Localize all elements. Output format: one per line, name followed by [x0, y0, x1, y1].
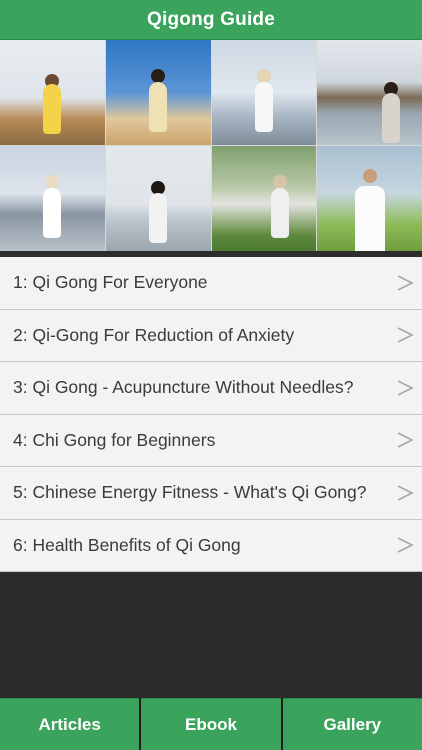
article-title: 3: Qi Gong - Acupuncture Without Needles…: [13, 377, 354, 398]
gallery-photo[interactable]: [211, 146, 317, 251]
chevron-right-icon: [397, 485, 414, 501]
tab-label: Articles: [38, 714, 101, 734]
gallery-photo[interactable]: [317, 146, 422, 251]
tab-label: Ebook: [185, 714, 237, 734]
article-title: 5: Chinese Energy Fitness - What's Qi Go…: [13, 482, 367, 503]
title-bar: Qigong Guide: [0, 0, 422, 40]
article-item[interactable]: 3: Qi Gong - Acupuncture Without Needles…: [0, 362, 422, 415]
page-title: Qigong Guide: [147, 8, 275, 30]
article-item[interactable]: 6: Health Benefits of Qi Gong: [0, 519, 422, 572]
article-item[interactable]: 2: Qi-Gong For Reduction of Anxiety: [0, 309, 422, 362]
article-item[interactable]: 5: Chinese Energy Fitness - What's Qi Go…: [0, 467, 422, 520]
gallery-photo[interactable]: [105, 146, 211, 251]
article-title: 1: Qi Gong For Everyone: [13, 272, 208, 293]
tab-bar: Articles Ebook Gallery: [0, 698, 422, 750]
gallery-photo[interactable]: [211, 40, 317, 145]
article-title: 4: Chi Gong for Beginners: [13, 429, 216, 450]
article-item[interactable]: 1: Qi Gong For Everyone: [0, 257, 422, 310]
chevron-right-icon: [397, 380, 414, 396]
chevron-right-icon: [397, 275, 414, 291]
article-title: 6: Health Benefits of Qi Gong: [13, 534, 241, 555]
tab-articles[interactable]: Articles: [0, 698, 140, 750]
article-title: 2: Qi-Gong For Reduction of Anxiety: [13, 324, 295, 345]
tab-label: Gallery: [323, 714, 382, 734]
tab-ebook[interactable]: Ebook: [141, 698, 281, 750]
photo-grid: [0, 40, 422, 251]
gallery-photo[interactable]: [317, 40, 422, 145]
gallery-photo[interactable]: [0, 146, 105, 251]
chevron-right-icon: [397, 327, 414, 343]
gallery-photo[interactable]: [0, 40, 105, 145]
article-list: 1: Qi Gong For Everyone 2: Qi-Gong For R…: [0, 257, 422, 572]
tab-gallery[interactable]: Gallery: [282, 698, 422, 750]
chevron-right-icon: [397, 537, 414, 553]
article-item[interactable]: 4: Chi Gong for Beginners: [0, 414, 422, 467]
empty-area: [0, 575, 422, 698]
gallery-photo[interactable]: [105, 40, 211, 145]
chevron-right-icon: [397, 432, 414, 448]
